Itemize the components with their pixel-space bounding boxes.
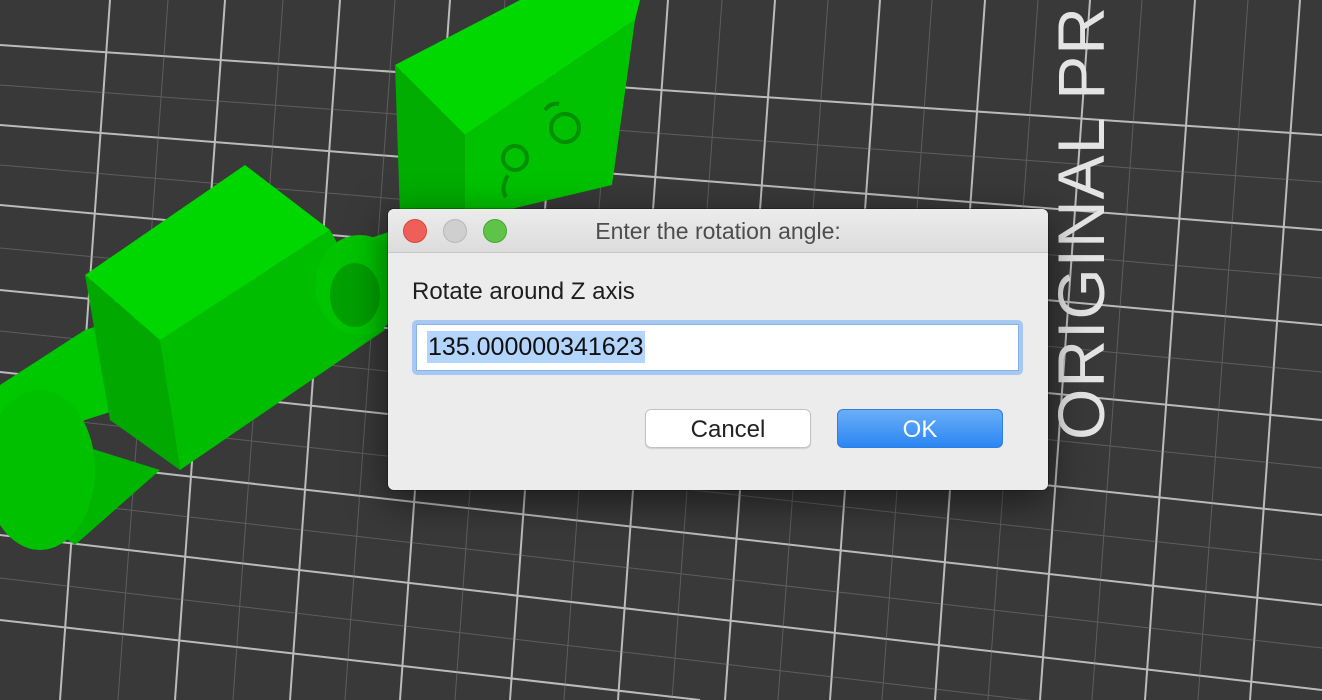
ok-button[interactable]: OK (837, 409, 1003, 448)
model-joint-shade (330, 263, 380, 327)
angle-input-focus-ring: 135.000000341623 (412, 320, 1023, 375)
bed-label: ORIGINAL PR (1044, 6, 1118, 440)
rotation-prompt-label: Rotate around Z axis (412, 278, 635, 305)
angle-input-selected-text: 135.000000341623 (427, 331, 645, 363)
zoom-window-button[interactable] (483, 219, 507, 243)
rotation-dialog: Enter the rotation angle: Rotate around … (388, 209, 1048, 490)
close-window-button[interactable] (403, 219, 427, 243)
angle-input[interactable]: 135.000000341623 (416, 324, 1019, 371)
minimize-window-button (443, 219, 467, 243)
cancel-button[interactable]: Cancel (645, 409, 811, 448)
dialog-titlebar[interactable]: Enter the rotation angle: (388, 209, 1048, 253)
